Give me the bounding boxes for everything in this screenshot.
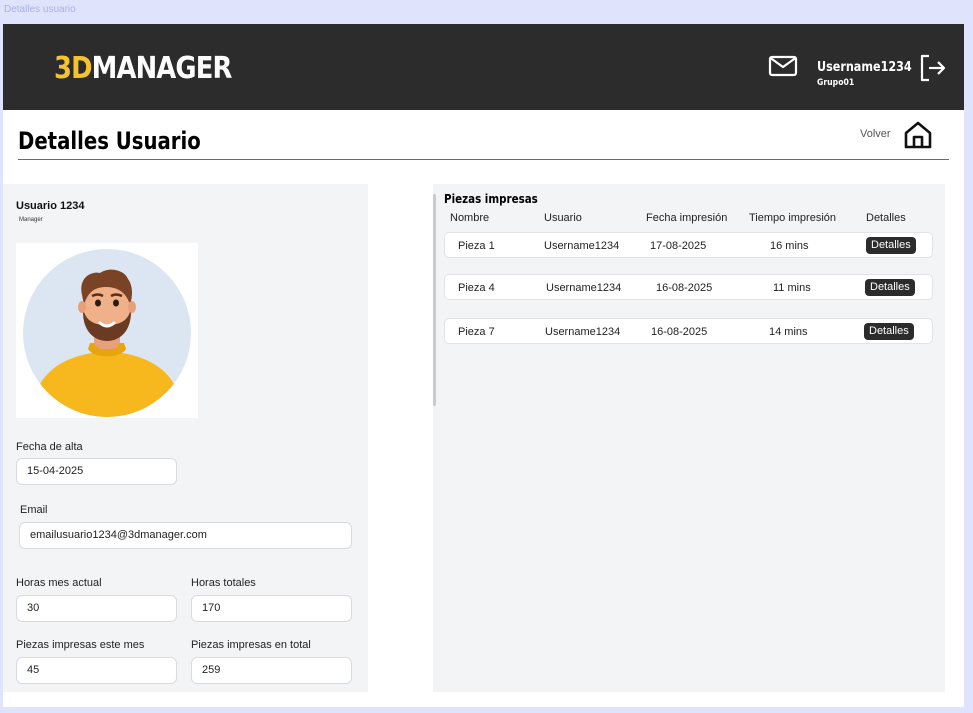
- details-button[interactable]: Detalles: [865, 279, 915, 296]
- alta-label: Fecha de alta: [16, 441, 83, 453]
- details-button[interactable]: Detalles: [864, 323, 914, 340]
- piezas-mes-field[interactable]: 45: [16, 657, 177, 684]
- avatar: [16, 243, 198, 418]
- logo-accent: 3D: [54, 51, 93, 86]
- row-nombre: Pieza 7: [458, 326, 495, 338]
- row-nombre: Pieza 1: [458, 240, 495, 252]
- home-icon[interactable]: [903, 120, 933, 150]
- row-tiempo: 11 mins: [773, 282, 811, 294]
- row-fecha: 16-08-2025: [651, 326, 708, 338]
- row-fecha: 16-08-2025: [656, 282, 713, 294]
- piezas-total-label: Piezas impresas en total: [191, 639, 311, 651]
- col-nombre: Nombre: [450, 212, 490, 224]
- row-tiempo: 14 mins: [769, 326, 808, 338]
- col-tiempo: Tiempo impresión: [749, 212, 837, 224]
- profile-panel: Usuario 1234 Manager Fecha de alta 15-04…: [3, 184, 368, 692]
- logo-text: MANAGER: [91, 51, 233, 86]
- email-field[interactable]: emailusuario1234@3dmanager.com: [19, 522, 352, 549]
- avatar-illustration: [23, 249, 191, 417]
- pieces-scrollbar[interactable]: [433, 194, 436, 406]
- mail-icon[interactable]: [768, 55, 798, 77]
- details-button[interactable]: Detalles: [866, 237, 916, 254]
- col-fecha: Fecha impresión: [646, 212, 728, 224]
- horas-totales-label: Horas totales: [191, 577, 256, 589]
- piezas-total-field[interactable]: 259: [191, 657, 352, 684]
- piezas-mes-label: Piezas impresas este mes: [16, 639, 145, 651]
- row-usuario: Username1234: [546, 282, 622, 294]
- profile-role: Manager: [19, 217, 43, 223]
- email-label: Email: [20, 504, 48, 516]
- header-username: Username1234: [817, 60, 912, 75]
- alta-field[interactable]: 15-04-2025: [16, 458, 177, 485]
- horas-mes-label: Horas mes actual: [16, 577, 102, 589]
- col-detalles: Detalles: [866, 212, 906, 224]
- app-window: 3DMANAGER Username1234 Grupo01 Detalles …: [3, 24, 964, 707]
- table-row[interactable]: Pieza 4 Username1234 16-08-2025 11 mins …: [444, 274, 933, 300]
- back-link[interactable]: Volver: [860, 128, 891, 140]
- header-group: Grupo01: [817, 78, 855, 88]
- frame-label: Detalles usuario: [4, 4, 76, 15]
- page-title: Detalles Usuario: [18, 127, 201, 155]
- col-usuario: Usuario: [544, 212, 582, 224]
- horas-totales-field[interactable]: 170: [191, 595, 352, 622]
- row-usuario: Username1234: [545, 326, 621, 338]
- title-divider: [18, 159, 949, 160]
- row-fecha: 17-08-2025: [650, 240, 707, 252]
- pieces-panel: Piezas impresas Nombre Usuario Fecha imp…: [433, 184, 945, 692]
- row-tiempo: 16 mins: [770, 240, 809, 252]
- logout-icon[interactable]: [918, 53, 948, 83]
- table-row[interactable]: Pieza 7 Username1234 16-08-2025 14 mins …: [444, 318, 933, 344]
- row-nombre: Pieza 4: [458, 282, 495, 294]
- profile-name: Usuario 1234: [16, 200, 85, 212]
- row-usuario: Username1234: [544, 240, 620, 252]
- pieces-title: Piezas impresas: [444, 192, 538, 206]
- top-bar: 3DMANAGER Username1234 Grupo01: [3, 24, 964, 110]
- app-logo[interactable]: 3DMANAGER: [54, 52, 232, 86]
- horas-mes-field[interactable]: 30: [16, 595, 177, 622]
- table-row[interactable]: Pieza 1 Username1234 17-08-2025 16 mins …: [444, 232, 933, 258]
- user-info[interactable]: Username1234 Grupo01: [817, 60, 927, 89]
